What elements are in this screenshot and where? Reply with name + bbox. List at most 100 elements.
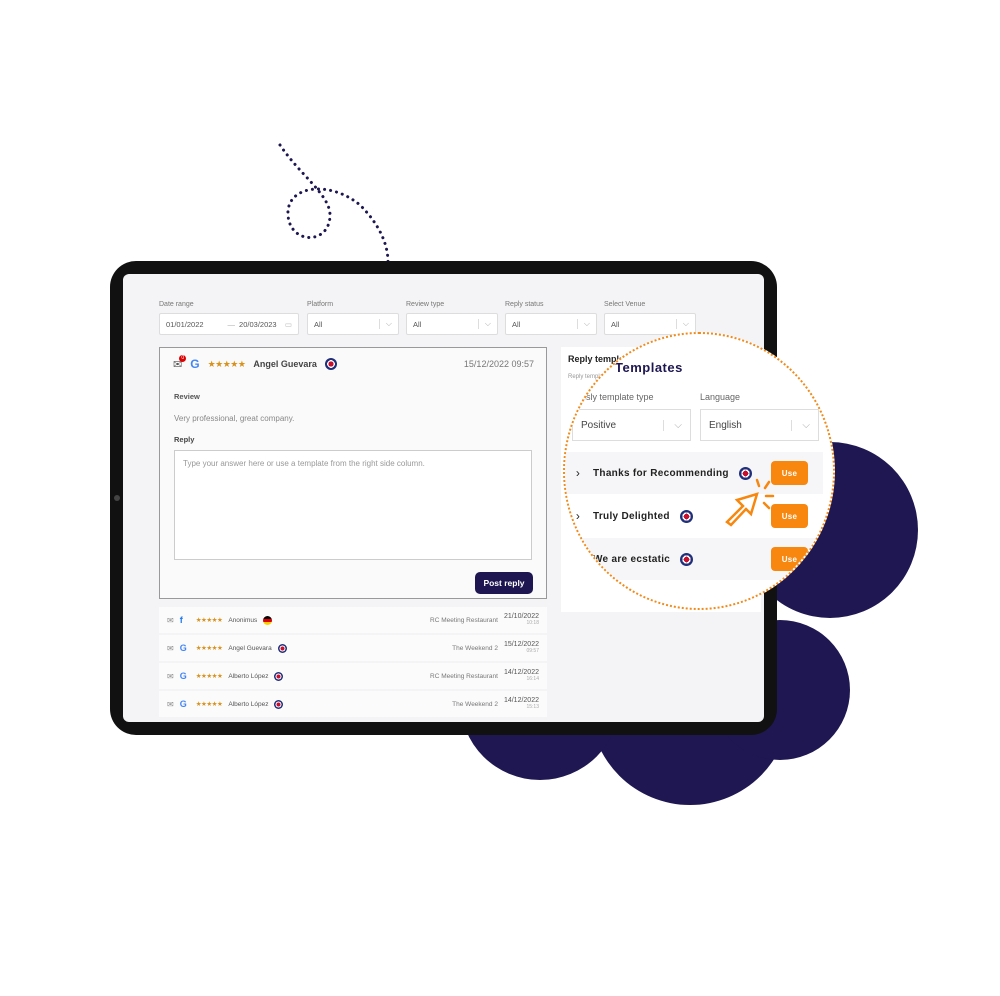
mail-read-icon: ✉ <box>167 615 174 625</box>
review-date: 14/12/2022 15:13 <box>504 697 539 711</box>
unread-badge: 0 <box>179 354 187 362</box>
review-date: 14/12/2022 16:14 <box>504 669 539 683</box>
venue-name: RC Meeting Restaurant <box>430 672 498 680</box>
filter-label: Select Venue <box>604 301 646 308</box>
uk-flag-icon <box>679 509 693 523</box>
uk-flag-icon <box>324 358 337 370</box>
filter-label: Date range <box>159 301 194 308</box>
select-value: All <box>314 319 323 329</box>
google-icon: G <box>179 699 187 709</box>
review-type-select[interactable]: All ⌵ <box>406 313 498 335</box>
template-name: Thanks for Recommending <box>593 467 729 479</box>
uk-flag-icon <box>277 643 287 653</box>
review-date: 15/12/2022 09:57 <box>504 641 539 655</box>
date-text: 14/12/2022 <box>503 697 539 704</box>
chevron-right-icon[interactable]: › <box>565 466 593 480</box>
filter-platform: Platform All ⌵ <box>307 301 399 335</box>
date-to: 20/03/2023 <box>239 319 277 329</box>
review-label: Review <box>174 392 200 401</box>
platform-select[interactable]: All ⌵ <box>307 313 399 335</box>
google-icon: G <box>179 643 187 653</box>
review-author: Anonimus <box>228 616 258 624</box>
review-list-item[interactable]: ✉ G ★★★★★ Angel Guevara The Weekend 2 15… <box>159 635 547 661</box>
venue-name: The Weekend 2 <box>452 644 498 652</box>
mail-read-icon: ✉ <box>167 671 174 681</box>
google-icon: G <box>190 357 200 371</box>
language-select[interactable]: English ⌵ <box>700 409 819 441</box>
reply-label: Reply <box>174 435 195 444</box>
review-author: Alberto López <box>228 672 269 680</box>
template-item[interactable]: › Thanks for Recommending Use <box>565 452 823 494</box>
cursor-click-icon <box>725 478 775 527</box>
review-list-item[interactable]: ✉ G ★★★★★ Alberto López RC Meeting Resta… <box>159 663 547 689</box>
review-author: Angel Guevara <box>228 644 272 652</box>
venue-name: The Weekend 2 <box>452 700 498 708</box>
filter-review-type: Review type All ⌵ <box>406 301 498 335</box>
review-card: ✉ 0 G ★★★★★ Angel Guevara 15/12/2022 09:5… <box>159 347 547 599</box>
reply-status-select[interactable]: All ⌵ <box>505 313 597 335</box>
template-type-select[interactable]: Positive ⌵ <box>572 409 691 441</box>
chevron-down-icon: ⌵ <box>378 319 392 329</box>
uk-flag-icon <box>274 699 284 709</box>
rating-stars: ★★★★★ <box>195 701 223 708</box>
uk-flag-icon <box>274 671 284 681</box>
date-text: 21/10/2022 <box>503 613 539 620</box>
template-item[interactable]: We are ecstatic Use <box>565 538 823 580</box>
templates-title: Templates <box>615 360 683 375</box>
chevron-down-icon: ⌵ <box>791 419 810 431</box>
time-text: 09:57 <box>526 648 539 654</box>
chevron-right-icon[interactable]: › <box>565 509 593 523</box>
filter-label: Review type <box>406 301 445 308</box>
template-item[interactable]: › Truly Delighted Use <box>565 495 823 537</box>
chevron-down-icon: ⌵ <box>477 319 491 329</box>
venue-name: RC Meeting Restaurant <box>430 616 498 624</box>
review-text: Very professional, great company. <box>174 414 295 423</box>
rating-stars: ★★★★★ <box>195 673 223 680</box>
date-separator: — <box>227 319 236 329</box>
template-type-label: Posly template type <box>575 392 654 402</box>
use-template-button[interactable]: Use <box>771 547 808 571</box>
review-date: 21/10/2022 10:18 <box>504 613 539 627</box>
date-text: 15/12/2022 <box>503 641 539 648</box>
tablet-camera <box>114 495 120 501</box>
filter-reply-status: Reply status All ⌵ <box>505 301 597 335</box>
review-list-item[interactable]: ✉ f ★★★★★ Anonimus RC Meeting Restaurant… <box>159 607 547 633</box>
select-value: Positive <box>581 419 617 431</box>
review-list-item[interactable]: ✉ G ★★★★★ Alberto López The Weekend 2 14… <box>159 691 547 717</box>
review-datetime: 15/12/2022 09:57 <box>463 359 534 369</box>
reply-textarea[interactable]: Type your answer here or use a template … <box>174 450 532 560</box>
time-text: 16:14 <box>526 676 539 682</box>
filter-label: Platform <box>307 301 334 308</box>
mail-icon[interactable]: ✉ 0 <box>173 354 187 371</box>
select-value: All <box>413 319 422 329</box>
time-text: 10:18 <box>526 620 539 626</box>
post-reply-button[interactable]: Post reply <box>475 572 533 594</box>
date-text: 14/12/2022 <box>503 669 539 676</box>
filter-date-range: Date range 01/01/2022 — 20/03/2023 ▭ <box>159 301 299 335</box>
mail-read-icon: ✉ <box>167 699 174 709</box>
date-range-input[interactable]: 01/01/2022 — 20/03/2023 ▭ <box>159 313 299 335</box>
de-flag-icon <box>263 615 273 625</box>
facebook-icon: f <box>179 615 183 625</box>
time-text: 15:13 <box>526 704 539 710</box>
filter-venue: Select Venue All ⌵ <box>604 301 696 335</box>
magnifier-callout: Templates Posly template type Language P… <box>563 332 835 610</box>
uk-flag-icon <box>680 552 694 566</box>
dotted-swirl <box>278 143 390 264</box>
venue-select[interactable]: All ⌵ <box>604 313 696 335</box>
template-name: We are ecstatic <box>593 553 671 565</box>
chevron-down-icon: ⌵ <box>576 319 590 329</box>
chevron-down-icon: ⌵ <box>663 419 682 431</box>
review-author: Alberto López <box>228 700 269 708</box>
template-name: Truly Delighted <box>593 510 670 522</box>
language-label: Language <box>700 392 741 402</box>
rating-stars: ★★★★★ <box>207 358 246 369</box>
review-author: Angel Guevara <box>253 359 317 369</box>
select-value: All <box>512 319 521 329</box>
calendar-icon: ▭ <box>284 319 292 329</box>
chevron-down-icon: ⌵ <box>675 319 689 329</box>
date-from: 01/01/2022 <box>166 319 204 329</box>
select-value: English <box>709 419 742 431</box>
google-icon: G <box>179 671 187 681</box>
mail-read-icon: ✉ <box>167 643 174 653</box>
